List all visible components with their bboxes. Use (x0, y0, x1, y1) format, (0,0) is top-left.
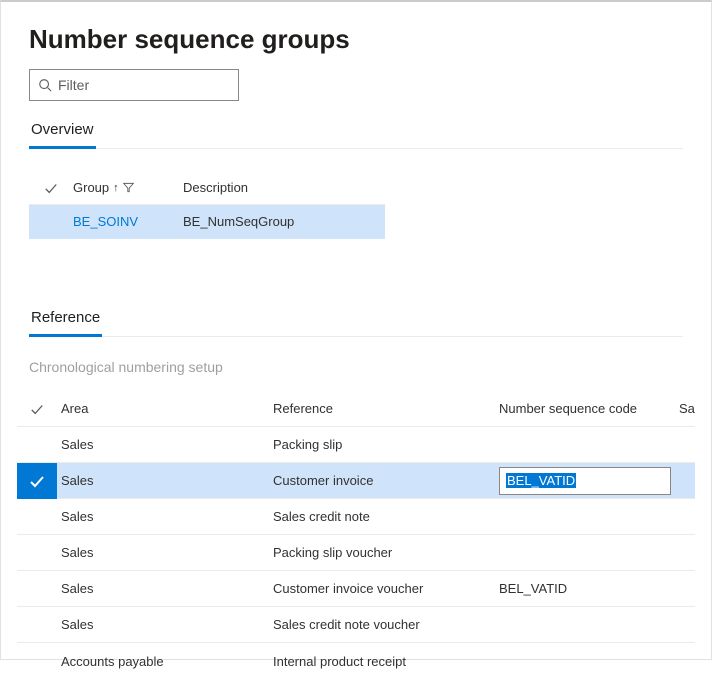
cell-area: Sales (57, 581, 273, 596)
table-row[interactable]: Sales Packing slip (17, 427, 695, 463)
select-all-checkbox[interactable] (29, 181, 73, 195)
cell-description: BE_NumSeqGroup (183, 214, 385, 229)
filter-placeholder: Filter (58, 77, 89, 93)
cell-code[interactable]: BEL_VATID (499, 581, 679, 596)
cell-reference: Internal product receipt (273, 654, 499, 669)
cell-reference: Sales credit note (273, 509, 499, 524)
checkmark-icon (30, 402, 44, 416)
code-input-value: BEL_VATID (506, 473, 576, 488)
table-row[interactable]: Sales Sales credit note voucher (17, 607, 695, 643)
cell-reference: Packing slip voucher (273, 545, 499, 560)
column-header-group[interactable]: Group ↑ (73, 180, 183, 195)
checkmark-icon (29, 473, 45, 489)
checkmark-icon (44, 181, 58, 195)
row-selector[interactable] (17, 643, 57, 679)
filter-icon[interactable] (123, 182, 134, 193)
tab-overview[interactable]: Overview (29, 119, 96, 149)
row-selector[interactable] (17, 499, 57, 535)
cell-area: Sales (57, 437, 273, 452)
row-selector[interactable] (17, 535, 57, 571)
table-row[interactable]: Sales Sales credit note (17, 499, 695, 535)
cell-area: Sales (57, 545, 273, 560)
table-row[interactable]: Sales Customer invoice BEL_VATID (17, 463, 695, 499)
code-input[interactable]: BEL_VATID (499, 467, 671, 495)
reference-subtitle: Chronological numbering setup (1, 337, 711, 391)
cell-reference: Packing slip (273, 437, 499, 452)
row-selector[interactable] (17, 463, 57, 499)
row-selector[interactable] (17, 607, 57, 643)
table-header: Area Reference Number sequence code Sale… (17, 391, 695, 427)
select-all-checkbox[interactable] (17, 391, 57, 427)
table-row[interactable]: Sales Packing slip voucher (17, 535, 695, 571)
sort-asc-icon: ↑ (113, 182, 119, 194)
column-header-code[interactable]: Number sequence code (499, 401, 679, 416)
page-title: Number sequence groups (1, 2, 711, 69)
column-header-reference[interactable]: Reference (273, 401, 499, 416)
tab-reference[interactable]: Reference (29, 307, 102, 337)
cell-area: Accounts payable (57, 654, 273, 669)
column-header-area[interactable]: Area (57, 401, 273, 416)
table-header: Group ↑ Description (29, 171, 385, 205)
cell-group[interactable]: BE_SOINV (73, 214, 183, 229)
cell-reference: Sales credit note voucher (273, 617, 499, 632)
filter-input[interactable]: Filter (29, 69, 239, 101)
cell-area: Sales (57, 509, 273, 524)
table-row[interactable]: BE_SOINV BE_NumSeqGroup (29, 205, 385, 239)
overview-grid: Group ↑ Description BE_SOINV BE_NumSeqGr… (29, 171, 385, 239)
column-header-description[interactable]: Description (183, 180, 385, 195)
table-row[interactable]: Accounts payable Internal product receip… (17, 643, 695, 679)
cell-area: Sales (57, 473, 273, 488)
cell-reference: Customer invoice (273, 473, 499, 488)
reference-grid: Area Reference Number sequence code Sale… (17, 391, 695, 679)
search-icon (38, 78, 52, 92)
cell-reference: Customer invoice voucher (273, 581, 499, 596)
column-header-tax[interactable]: Sales tax (679, 401, 695, 416)
table-row[interactable]: Sales Customer invoice voucher BEL_VATID (17, 571, 695, 607)
cell-area: Sales (57, 617, 273, 632)
row-selector[interactable] (17, 427, 57, 463)
row-selector[interactable] (17, 571, 57, 607)
cell-code[interactable]: BEL_VATID (499, 467, 679, 495)
